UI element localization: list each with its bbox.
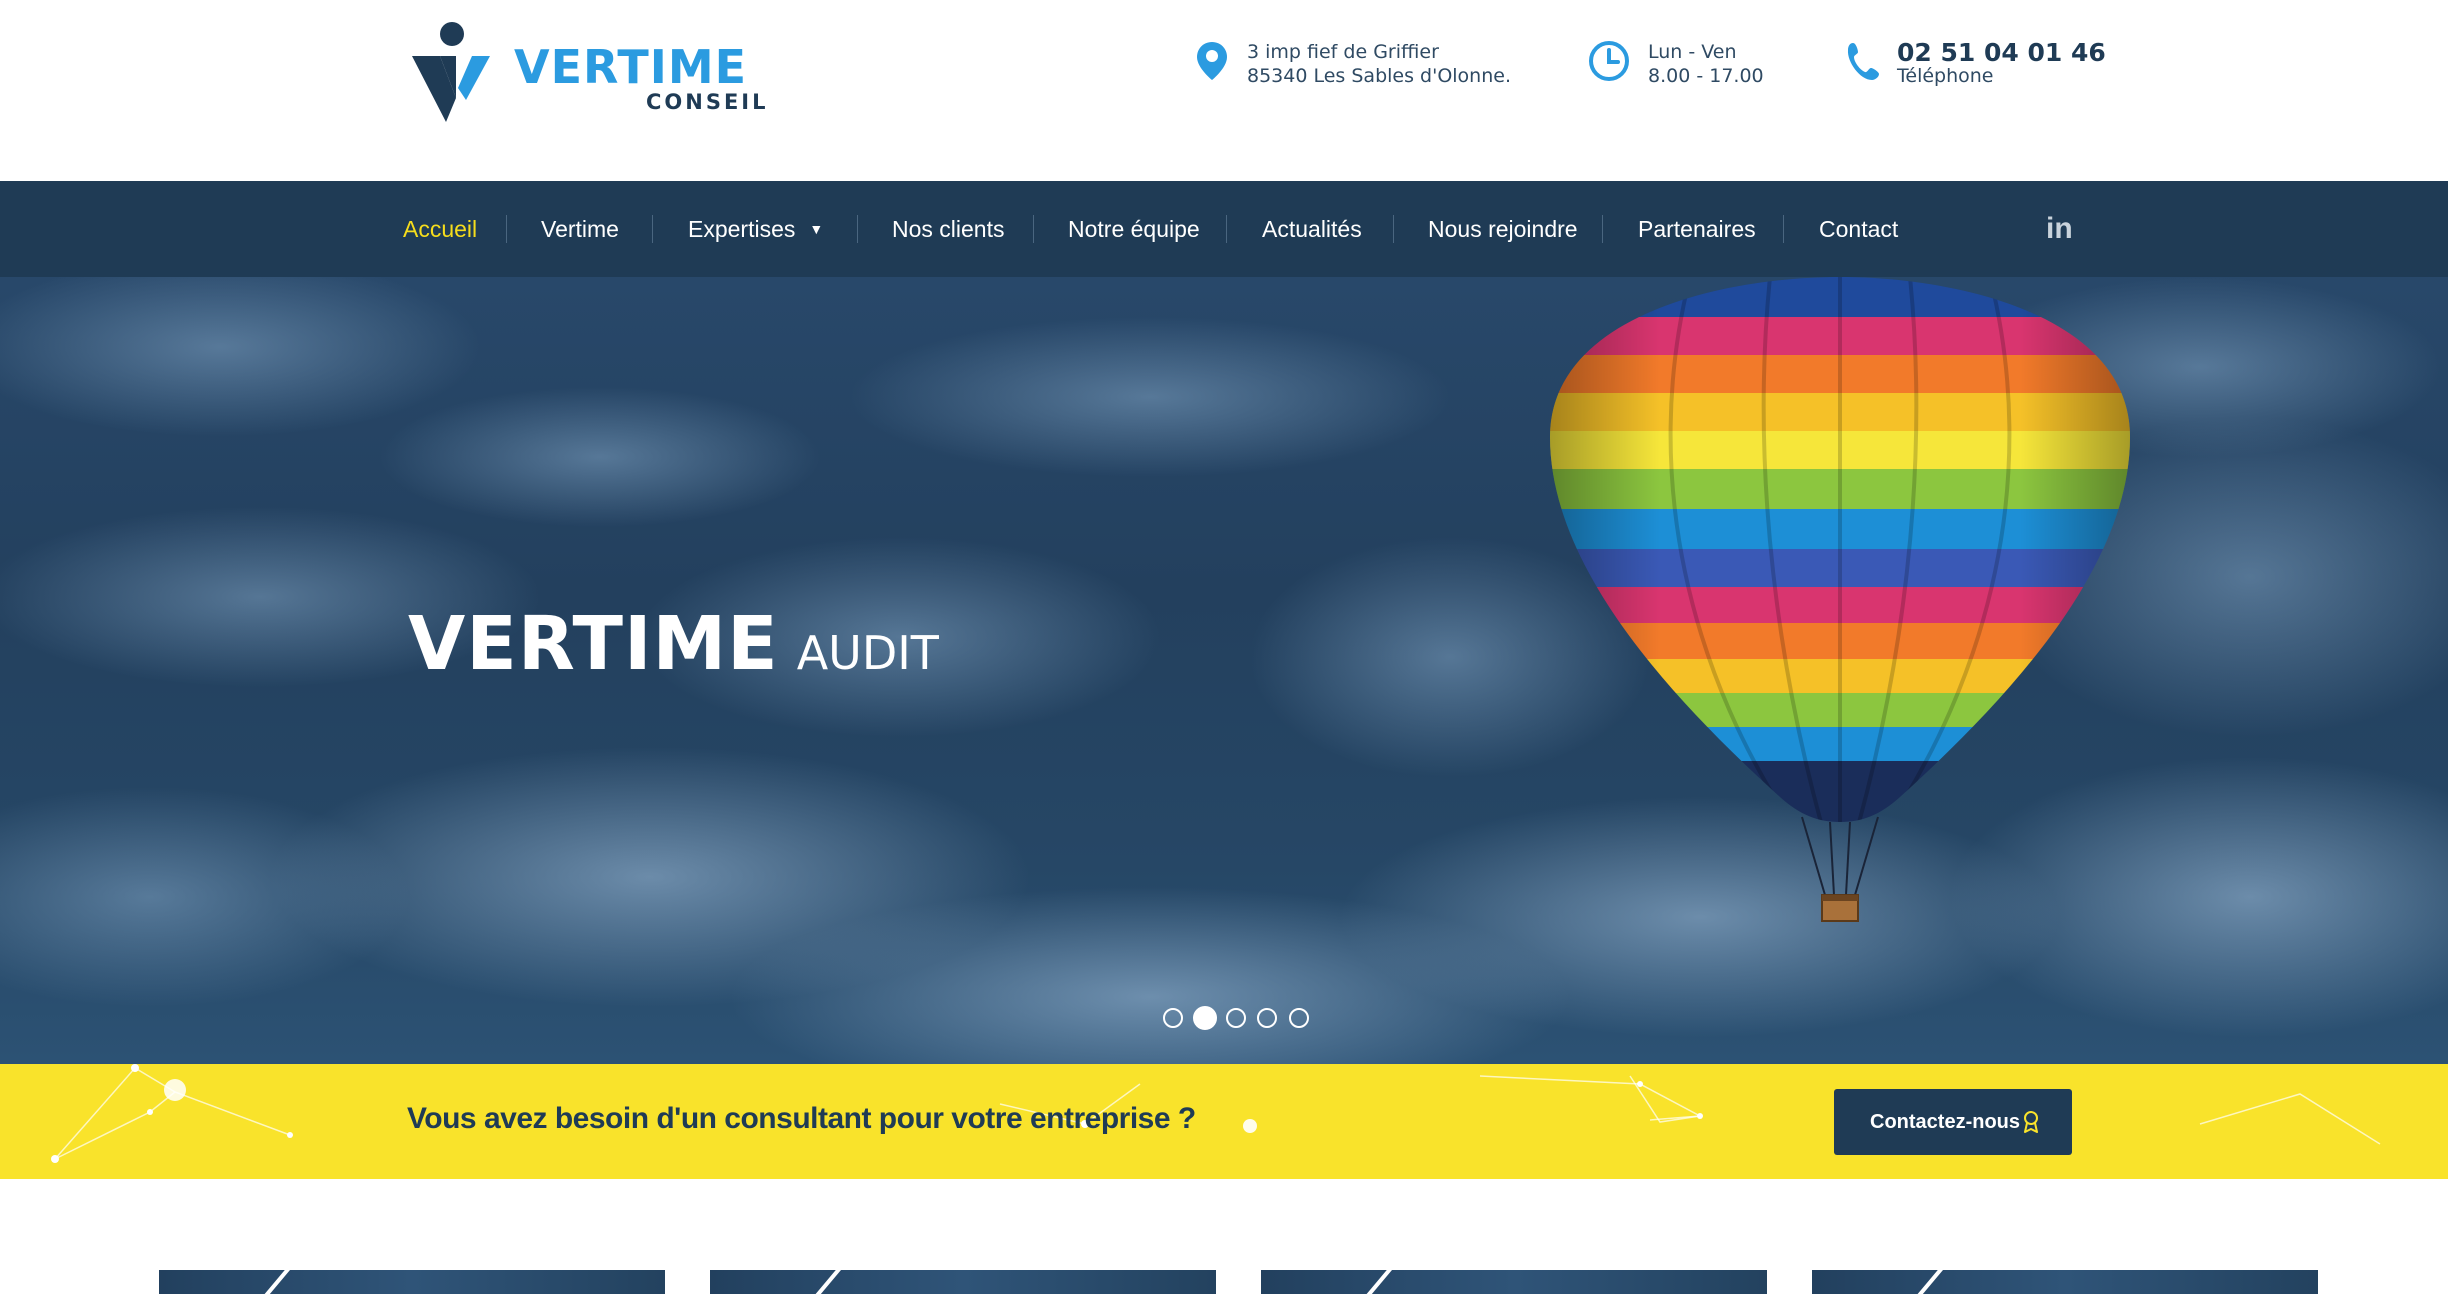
card-slash-decoration — [815, 1270, 845, 1294]
site-logo[interactable]: VERTIME CONSEIL — [410, 20, 770, 130]
map-pin-icon — [1197, 42, 1227, 80]
contactez-nous-button[interactable]: Contactez-nous — [1834, 1089, 2072, 1155]
award-icon — [2024, 1111, 2038, 1133]
hours-time: 8.00 - 17.00 — [1648, 65, 1764, 87]
nav-item-accueil[interactable]: Accueil — [403, 181, 477, 277]
nav-item-notre-equipe[interactable]: Notre équipe — [1068, 181, 1200, 277]
slider-dot-5[interactable] — [1289, 1008, 1309, 1028]
site-header: VERTIME CONSEIL 3 imp fief de Griffier 8… — [0, 0, 2448, 181]
cta-text: Vous avez besoin d'un consultant pour vo… — [407, 1102, 1196, 1135]
clock-icon — [1589, 41, 1629, 81]
phone-number[interactable]: 02 51 04 01 46 — [1897, 40, 2106, 65]
hero-title-main: VERTIME — [408, 601, 779, 687]
logo-subtitle: CONSEIL — [646, 90, 769, 114]
service-card-2[interactable] — [710, 1270, 1216, 1294]
nav-divider — [1033, 215, 1034, 243]
nav-item-nos-clients[interactable]: Nos clients — [892, 181, 1004, 277]
cta-band: Vous avez besoin d'un consultant pour vo… — [0, 1064, 2448, 1179]
nav-divider — [1226, 215, 1227, 243]
phone-icon — [1847, 43, 1879, 80]
caret-down-icon: ▼ — [809, 221, 824, 237]
nav-divider — [1783, 215, 1784, 243]
nav-item-actualites[interactable]: Actualités — [1262, 181, 1362, 277]
phone-label: Téléphone — [1897, 65, 1994, 87]
card-slash-decoration — [264, 1270, 294, 1294]
hours-days: Lun - Ven — [1648, 41, 1737, 63]
network-lines-decoration — [51, 1064, 2381, 1163]
nav-divider — [1602, 215, 1603, 243]
nav-divider — [652, 215, 653, 243]
hot-air-balloon-image — [1550, 277, 2130, 922]
nav-item-nous-rejoindre[interactable]: Nous rejoindre — [1428, 181, 1578, 277]
nav-divider — [1393, 215, 1394, 243]
linkedin-icon[interactable]: in — [2046, 211, 2074, 247]
service-card-1[interactable] — [159, 1270, 665, 1294]
slider-dot-3[interactable] — [1226, 1008, 1246, 1028]
nav-item-partenaires[interactable]: Partenaires — [1638, 181, 1756, 277]
nav-item-vertime[interactable]: Vertime — [541, 181, 619, 277]
nav-item-contact[interactable]: Contact — [1819, 181, 1898, 277]
nav-item-expertises-label: Expertises — [688, 216, 796, 242]
main-nav: Accueil Vertime Expertises ▼ Nos clients … — [0, 181, 2448, 277]
contactez-nous-label: Contactez-nous — [1870, 1111, 2020, 1133]
slider-dot-1[interactable] — [1163, 1008, 1183, 1028]
slider-dot-2[interactable] — [1193, 1006, 1217, 1030]
hero-title-sub: AUDIT — [796, 626, 939, 680]
service-card-3[interactable] — [1261, 1270, 1767, 1294]
card-slash-decoration — [1366, 1270, 1396, 1294]
hero-slider: VERTIME AUDIT — [0, 277, 2448, 1064]
logo-mark-icon — [412, 22, 490, 122]
address-line-1: 3 imp fief de Griffier — [1247, 41, 1439, 63]
logo-name: VERTIME — [514, 40, 748, 94]
hero-title: VERTIME AUDIT — [408, 607, 939, 681]
nav-divider — [857, 215, 858, 243]
service-card-4[interactable] — [1812, 1270, 2318, 1294]
nav-item-expertises[interactable]: Expertises ▼ — [688, 181, 823, 277]
slider-dot-4[interactable] — [1257, 1008, 1277, 1028]
nav-divider — [506, 215, 507, 243]
address-line-2: 85340 Les Sables d'Olonne. — [1247, 65, 1511, 87]
card-slash-decoration — [1917, 1270, 1947, 1294]
